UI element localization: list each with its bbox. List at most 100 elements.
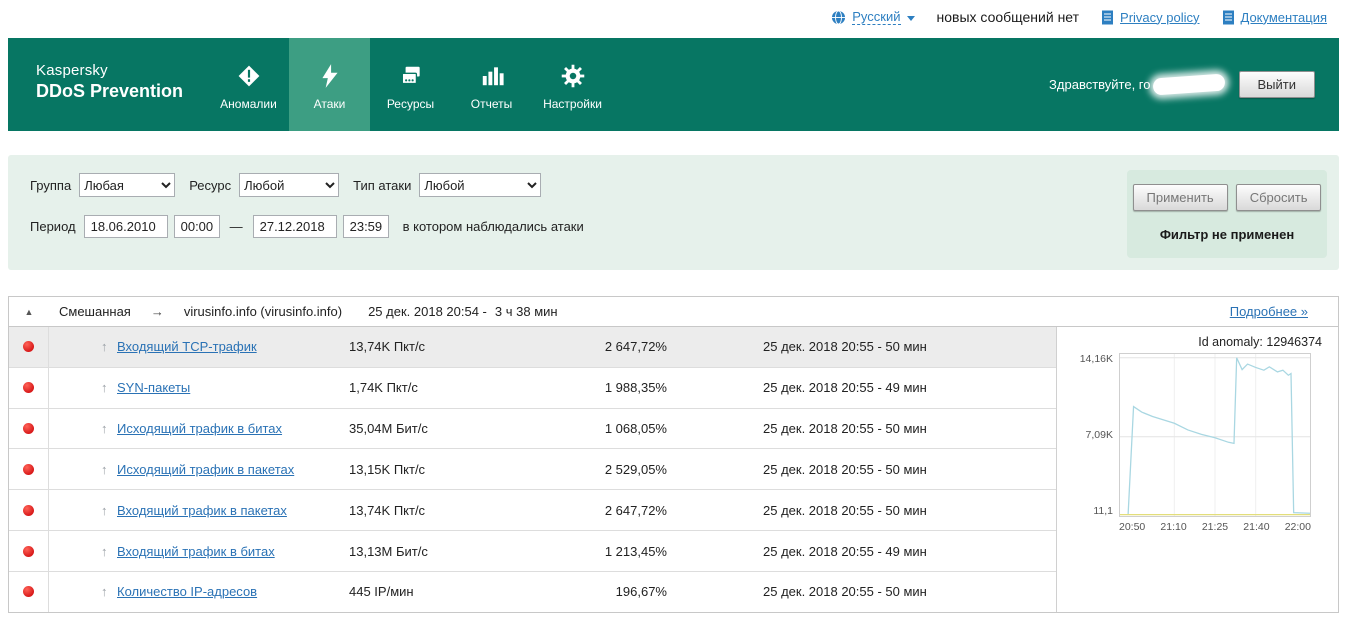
chart-y-tick-middle: 7,09K — [1085, 429, 1113, 441]
chart-y-tick-top: 14,16K — [1079, 353, 1113, 365]
nav-label-anomalies: Аномалии — [220, 97, 277, 111]
globe-icon — [831, 9, 846, 25]
up-arrow-icon: ↑ — [101, 584, 108, 600]
group-select[interactable]: Любая — [79, 173, 176, 197]
attack-name-link[interactable]: Исходящий трафик в битах — [117, 421, 282, 436]
up-arrow-icon: ↑ — [101, 339, 108, 355]
period-note: в котором наблюдались атаки — [402, 219, 584, 234]
attack-time-cell: 25 дек. 2018 20:55 - 50 мин — [763, 584, 927, 600]
status-cell — [9, 327, 49, 367]
logo-line2: DDoS Prevention — [36, 81, 184, 101]
attack-name-cell: Входящий трафик в битах — [117, 544, 349, 559]
attack-name-link[interactable]: Входящий TCP-трафик — [117, 339, 257, 354]
attack-name-link[interactable]: Входящий трафик в битах — [117, 544, 275, 559]
messages-status: новых сообщений нет — [936, 9, 1080, 25]
reset-button[interactable]: Сбросить — [1235, 184, 1322, 211]
period-label: Период — [30, 219, 76, 234]
status-cell — [9, 531, 49, 571]
resource-select[interactable]: Любой — [239, 173, 340, 197]
up-arrow-icon: ↑ — [101, 543, 108, 559]
row-main: ↑ Исходящий трафик в пакетах 13,15K Пкт/… — [49, 449, 1056, 489]
kaspersky-logo: Kaspersky DDoS Prevention — [8, 38, 208, 131]
attack-value-cell: 445 IP/мин — [349, 584, 414, 600]
attack-name-cell: Количество IP-адресов — [117, 584, 349, 599]
attack-name-cell: SYN-пакеты — [117, 380, 349, 395]
chevron-down-icon — [906, 15, 915, 21]
anomaly-chart-panel: Id anomaly: 12946374 14,16K 7,09K 11,1 2… — [1056, 327, 1338, 612]
attack-time-cell: 25 дек. 2018 20:55 - 49 мин — [763, 380, 927, 396]
table-row[interactable]: ↑ Исходящий трафик в пакетах 13,15K Пкт/… — [9, 449, 1056, 491]
chart-x-tick: 20:50 — [1119, 521, 1146, 533]
chart-y-axis: 14,16K 7,09K 11,1 — [1063, 353, 1119, 517]
logout-button[interactable]: Выйти — [1238, 71, 1315, 98]
bar-chart-icon — [478, 62, 506, 90]
attack-percent-cell: 2 647,72% — [604, 502, 667, 518]
row-main: ↑ Входящий трафик в пакетах 13,74K Пкт/с… — [49, 490, 1056, 530]
attack-percent-cell: 1 068,05% — [604, 421, 667, 437]
filter-panel: Группа Любая Ресурс Любой Тип атаки Любо… — [8, 155, 1339, 270]
attack-time-cell: 25 дек. 2018 20:55 - 50 мин — [763, 421, 927, 437]
attack-percent-cell: 196,67% — [615, 584, 667, 600]
table-row[interactable]: ↑ Исходящий трафик в битах 35,04M Бит/с … — [9, 408, 1056, 450]
time-to-input[interactable] — [342, 215, 389, 238]
red-status-icon — [23, 586, 34, 598]
chart-x-tick: 22:00 — [1284, 521, 1311, 533]
attack-type-select[interactable]: Любой — [419, 173, 542, 197]
tab-anomalies[interactable]: Аномалии — [208, 38, 289, 131]
filter-buttons: Применить Сбросить — [1132, 184, 1322, 211]
attack-percent-cell: 1 988,35% — [604, 380, 667, 396]
app-header: Kaspersky DDoS Prevention Аномалии Атаки — [8, 38, 1339, 131]
tab-settings[interactable]: Настройки — [532, 38, 613, 131]
status-cell — [9, 408, 49, 449]
attack-time-cell: 25 дек. 2018 20:55 - 50 мин — [763, 339, 927, 355]
tab-resources[interactable]: Ресурсы — [370, 38, 451, 131]
filter-status: Фильтр не применен — [1159, 227, 1295, 242]
status-cell — [9, 449, 49, 490]
attack-percent-cell: 2 529,05% — [604, 461, 667, 477]
apply-panel: Применить Сбросить Фильтр не применен — [1127, 170, 1327, 258]
red-status-icon — [23, 504, 34, 516]
time-from-input[interactable] — [173, 215, 220, 238]
language-selector[interactable]: Русский — [831, 9, 915, 25]
date-from-input[interactable] — [83, 215, 168, 238]
attack-name-link[interactable]: SYN-пакеты — [117, 380, 190, 395]
collapse-toggle[interactable]: ▲ — [9, 307, 49, 317]
details-link[interactable]: Подробнее » — [1230, 304, 1308, 319]
document-icon — [1101, 10, 1114, 25]
logo-line1: Kaspersky — [36, 62, 108, 79]
lightning-icon — [316, 62, 344, 90]
attack-name-cell: Входящий TCP-трафик — [117, 339, 349, 354]
attack-group-datetime: 25 дек. 2018 20:54 - — [368, 304, 487, 319]
red-status-icon — [23, 545, 34, 557]
user-box: Здравствуйте, го Выйти — [1049, 38, 1339, 131]
attack-name-link[interactable]: Входящий трафик в пакетах — [117, 503, 287, 518]
red-status-icon — [23, 341, 34, 353]
privacy-policy-link[interactable]: Privacy policy — [1101, 10, 1200, 25]
attack-type-filter-label: Тип атаки — [353, 177, 412, 193]
nav-label-attacks: Атаки — [313, 97, 346, 111]
tab-reports[interactable]: Отчеты — [451, 38, 532, 131]
attack-group-header: ▲ Смешанная → virusinfo.info (virusinfo.… — [9, 297, 1338, 327]
nav-label-settings: Настройки — [543, 97, 602, 111]
attack-name-cell: Входящий трафик в пакетах — [117, 503, 349, 518]
table-row[interactable]: ↑ Входящий трафик в пакетах 13,74K Пкт/с… — [9, 490, 1056, 532]
topbar: Русский новых сообщений нет Privacy poli… — [0, 0, 1347, 34]
nav-label-resources: Ресурсы — [386, 97, 435, 111]
documentation-link[interactable]: Документация — [1222, 10, 1327, 25]
attack-time-cell: 25 дек. 2018 20:55 - 50 мин — [763, 461, 927, 477]
table-row[interactable]: ↑ SYN-пакеты 1,74K Пкт/с 1 988,35% 25 де… — [9, 367, 1056, 409]
red-status-icon — [23, 423, 34, 435]
attack-time-cell: 25 дек. 2018 20:55 - 50 мин — [763, 502, 927, 518]
tab-attacks[interactable]: Атаки — [289, 38, 370, 131]
chart-y-tick-bottom: 11,1 — [1093, 505, 1113, 517]
anomaly-chart: 14,16K 7,09K 11,1 — [1057, 353, 1338, 517]
apply-button[interactable]: Применить — [1132, 184, 1228, 211]
table-row[interactable]: ↑ Количество IP-адресов 445 IP/мин 196,6… — [9, 571, 1056, 612]
date-to-input[interactable] — [252, 215, 337, 238]
attack-value-cell: 1,74K Пкт/с — [349, 380, 418, 396]
attack-name-link[interactable]: Исходящий трафик в пакетах — [117, 462, 294, 477]
table-row[interactable]: ↑ Входящий TCP-трафик 13,74K Пкт/с 2 647… — [9, 327, 1056, 368]
table-row[interactable]: ↑ Входящий трафик в битах 13,13M Бит/с 1… — [9, 531, 1056, 572]
attack-name-link[interactable]: Количество IP-адресов — [117, 584, 257, 599]
attack-group-type: Смешанная — [59, 304, 131, 319]
